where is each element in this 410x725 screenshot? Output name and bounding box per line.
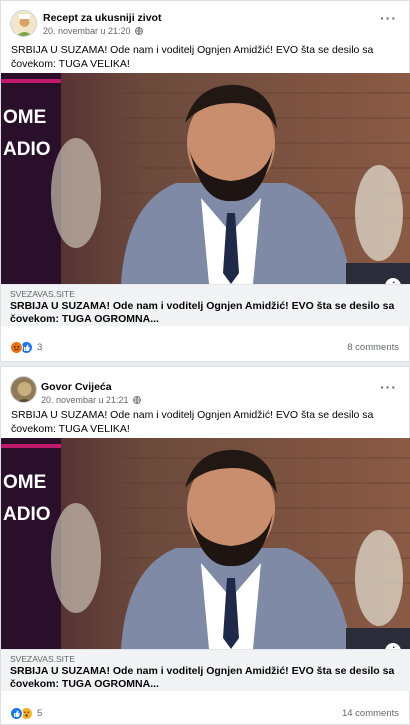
post-caption: SRBIJA U SUZAMA! Ode nam i voditelj Ognj… xyxy=(11,409,374,435)
avatar[interactable] xyxy=(10,10,37,37)
studio-sign-line: ADIO xyxy=(3,139,51,160)
avatar[interactable] xyxy=(10,376,37,403)
angry-reaction-icon xyxy=(10,340,23,354)
comments-count[interactable]: 14 comments xyxy=(342,708,399,719)
link-title[interactable]: SRBIJA U SUZAMA! Ode nam i voditelj Ognj… xyxy=(10,300,400,326)
post-header: Recept za ukusniji zivot 20. novembar u … xyxy=(1,1,409,41)
post-card: Govor Cvijeća 20. novembar u 21:21 ··· S… xyxy=(0,366,410,725)
more-options-icon[interactable]: ··· xyxy=(380,380,397,394)
like-reaction-icon xyxy=(10,706,23,720)
link-preview-image[interactable]: OME ADIO i xyxy=(1,438,410,649)
link-preview-image[interactable]: OME ADIO i xyxy=(1,73,410,284)
author-name[interactable]: Recept za ukusniji zivot xyxy=(43,12,161,24)
reaction-summary[interactable]: 5 xyxy=(10,705,42,721)
globe-icon xyxy=(133,396,141,406)
reaction-summary[interactable]: 3 xyxy=(10,339,42,355)
link-domain: SVEZAVAS.SITE xyxy=(10,654,75,664)
post-card: Recept za ukusniji zivot 20. novembar u … xyxy=(0,0,410,362)
post-time[interactable]: 20. novembar u 21:20 xyxy=(43,26,143,37)
studio-sign-line: OME xyxy=(3,107,46,128)
studio-sign-line: OME xyxy=(3,472,46,493)
post-time[interactable]: 20. novembar u 21:21 xyxy=(41,395,141,406)
link-preview[interactable]: SVEZAVAS.SITE SRBIJA U SUZAMA! Ode nam i… xyxy=(1,284,410,326)
globe-icon xyxy=(135,27,143,37)
reaction-count: 5 xyxy=(37,707,43,719)
link-title[interactable]: SRBIJA U SUZAMA! Ode nam i voditelj Ognj… xyxy=(10,665,400,691)
comments-count[interactable]: 8 comments xyxy=(347,342,399,353)
timestamp[interactable]: 20. novembar u 21:20 xyxy=(43,26,131,36)
author-name[interactable]: Govor Cvijeća xyxy=(41,381,112,393)
link-preview[interactable]: SVEZAVAS.SITE SRBIJA U SUZAMA! Ode nam i… xyxy=(1,649,410,691)
link-domain: SVEZAVAS.SITE xyxy=(10,289,75,299)
studio-sign-line: ADIO xyxy=(3,504,51,525)
news-feed: Recept za ukusniji zivot 20. novembar u … xyxy=(0,0,410,725)
post-caption: SRBIJA U SUZAMA! Ode nam i voditelj Ognj… xyxy=(11,44,374,70)
more-options-icon[interactable]: ··· xyxy=(380,11,397,25)
post-header: Govor Cvijeća 20. novembar u 21:21 ··· xyxy=(1,367,409,407)
reaction-count: 3 xyxy=(37,341,43,353)
timestamp[interactable]: 20. novembar u 21:21 xyxy=(41,395,129,405)
